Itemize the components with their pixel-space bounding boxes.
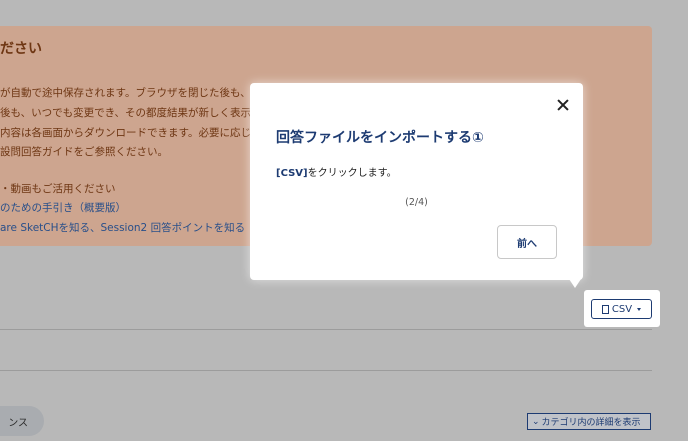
notice-line: 内容は各画面からダウンロードできます。必要に応じ — [0, 127, 251, 139]
session-link[interactable]: are SketCHを知る、Session2 回答ポイントを知る — [0, 220, 245, 235]
divider — [0, 370, 652, 371]
show-category-details-button[interactable]: ⌄ カテゴリ内の詳細を表示 — [527, 413, 651, 430]
popover-body-bold: [CSV] — [276, 168, 308, 179]
detail-button-label: カテゴリ内の詳細を表示 — [541, 418, 641, 428]
caret-down-icon — [637, 307, 642, 311]
popover-title: 回答ファイルをインポートする① — [276, 130, 484, 146]
guide-link[interactable]: のための手引き（概要版） — [0, 200, 126, 215]
popover-body-text: をクリックします。 — [307, 168, 397, 179]
csv-button-label: CSV — [611, 303, 633, 315]
popover-body: [CSV]をクリックします。 — [276, 164, 397, 179]
notice-line: 設問回答ガイドをご参照ください。 — [0, 146, 168, 158]
category-pill[interactable]: ンス — [0, 406, 44, 436]
document-icon — [601, 304, 609, 314]
close-icon[interactable] — [555, 97, 571, 113]
divider — [0, 329, 652, 330]
notice-line: 後も、いつでも変更でき、その都度結果が新しく表示 — [0, 107, 251, 119]
prev-button[interactable]: 前へ — [497, 225, 557, 259]
chevron-down-icon: ⌄ — [532, 416, 540, 427]
step-indicator: (2/4) — [405, 197, 428, 208]
notice-line: ・動画もご活用ください — [0, 183, 116, 195]
csv-button[interactable]: CSV — [591, 299, 652, 319]
notice-title: ださい — [0, 41, 42, 57]
notice-line: が自動で途中保存されます。ブラウザを閉じた後も、 — [0, 87, 251, 99]
tour-popover: 回答ファイルをインポートする① [CSV]をクリックします。 (2/4) 前へ — [250, 83, 583, 280]
